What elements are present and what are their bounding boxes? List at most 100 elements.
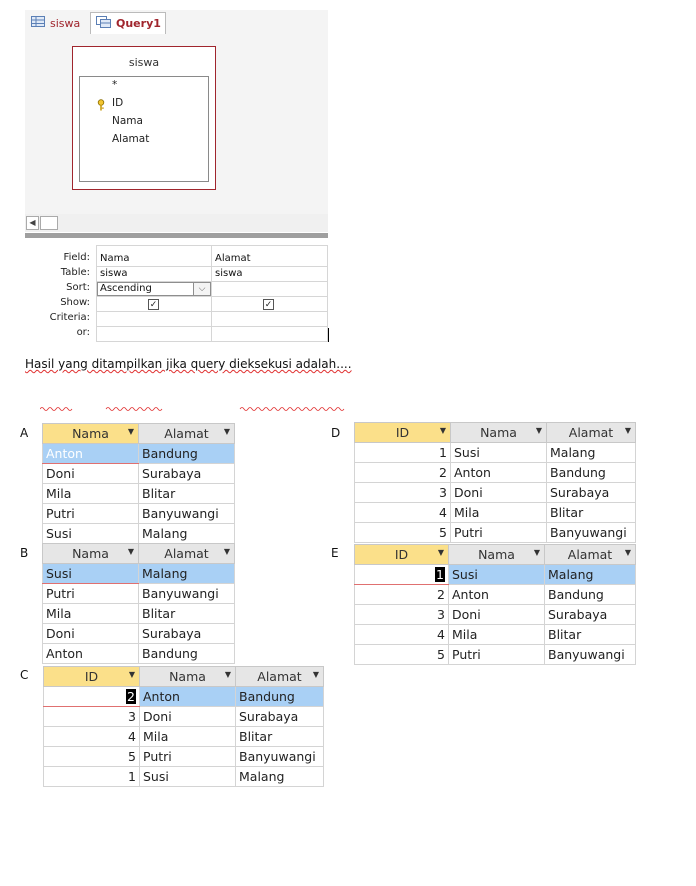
chevron-down-icon[interactable]: ▼ <box>625 426 631 435</box>
chevron-down-icon[interactable]: ▼ <box>438 548 444 557</box>
cell[interactable]: Surabaya <box>546 482 636 503</box>
cell[interactable]: Putri <box>42 503 139 524</box>
cell[interactable]: Malang <box>138 523 235 544</box>
column-header-alamat[interactable]: Alamat ▼ <box>138 423 235 444</box>
table-row[interactable]: 1 Susi Malang <box>354 442 636 463</box>
cell[interactable]: Banyuwangi <box>235 746 324 767</box>
table-row[interactable]: Susi Malang <box>42 563 235 584</box>
cell[interactable]: Blitar <box>546 502 636 523</box>
cell[interactable]: 3 <box>354 604 449 625</box>
table-row[interactable]: Susi Malang <box>42 523 235 544</box>
horizontal-scrollbar[interactable] <box>25 214 328 232</box>
cell[interactable]: Putri <box>450 522 547 543</box>
chevron-down-icon[interactable]: ⌵ <box>193 282 211 296</box>
cell[interactable]: Doni <box>448 604 545 625</box>
table-row[interactable]: Doni Surabaya <box>42 463 235 484</box>
table-row[interactable]: Putri Banyuwangi <box>42 583 235 604</box>
column-header-nama[interactable]: Nama ▼ <box>42 543 139 564</box>
table-row[interactable]: 5 Putri Banyuwangi <box>43 746 324 767</box>
column-header-id[interactable]: ID ▼ <box>43 666 140 687</box>
cell[interactable]: 2 <box>43 686 140 707</box>
chevron-down-icon[interactable]: ▼ <box>128 427 134 436</box>
show-checkbox-2[interactable]: ✓ <box>263 299 274 310</box>
cell[interactable]: Putri <box>448 644 545 665</box>
cell[interactable]: 5 <box>354 522 451 543</box>
cell[interactable]: Blitar <box>235 726 324 747</box>
cell[interactable]: 4 <box>354 624 449 645</box>
cell[interactable]: Blitar <box>138 483 235 504</box>
column-header-id[interactable]: ID ▼ <box>354 544 449 565</box>
chevron-down-icon[interactable]: ▼ <box>313 670 319 679</box>
cell[interactable]: Malang <box>544 564 636 585</box>
table-row[interactable]: Anton Bandung <box>42 643 235 664</box>
cell[interactable]: Anton <box>448 584 545 605</box>
cell[interactable]: 1 <box>43 766 140 787</box>
cell[interactable]: Banyuwangi <box>138 583 235 604</box>
table-row[interactable]: Mila Blitar <box>42 483 235 504</box>
cell[interactable]: Anton <box>139 686 236 707</box>
table-row[interactable]: 3 Doni Surabaya <box>354 604 636 625</box>
cell[interactable]: Doni <box>450 482 547 503</box>
table-row[interactable]: 4 Mila Blitar <box>354 502 636 523</box>
cell[interactable]: 3 <box>43 706 140 727</box>
chevron-down-icon[interactable]: ▼ <box>128 547 134 556</box>
table-row[interactable]: 5 Putri Banyuwangi <box>354 522 636 543</box>
column-header-nama[interactable]: Nama ▼ <box>448 544 545 565</box>
cell[interactable]: Doni <box>42 623 139 644</box>
cell[interactable]: Doni <box>139 706 236 727</box>
cell[interactable]: Mila <box>448 624 545 645</box>
cell[interactable]: 5 <box>354 644 449 665</box>
column-header-id[interactable]: ID ▼ <box>354 422 451 443</box>
chevron-down-icon[interactable]: ▼ <box>225 670 231 679</box>
field-alamat[interactable]: Alamat <box>112 133 149 145</box>
grid-table-cell-1[interactable]: siswa <box>100 268 128 279</box>
cell[interactable]: Surabaya <box>235 706 324 727</box>
table-row[interactable]: 1 Susi Malang <box>43 766 324 787</box>
chevron-down-icon[interactable]: ▼ <box>534 548 540 557</box>
cell[interactable]: 1 <box>354 442 451 463</box>
scroll-left-icon[interactable]: ◀ <box>26 216 39 230</box>
table-row[interactable]: Doni Surabaya <box>42 623 235 644</box>
scroll-thumb[interactable] <box>40 216 58 230</box>
cell[interactable]: Surabaya <box>544 604 636 625</box>
cell[interactable]: Malang <box>546 442 636 463</box>
table-row[interactable]: 4 Mila Blitar <box>43 726 324 747</box>
cell[interactable]: Mila <box>42 603 139 624</box>
cell[interactable]: Bandung <box>544 584 636 605</box>
cell[interactable]: 3 <box>354 482 451 503</box>
cell[interactable]: Mila <box>450 502 547 523</box>
cell[interactable]: Malang <box>138 563 235 584</box>
table-row[interactable]: 1 Susi Malang <box>354 564 636 585</box>
cell[interactable]: Banyuwangi <box>544 644 636 665</box>
grid-field-cell-1[interactable]: Nama <box>100 253 129 264</box>
column-header-nama[interactable]: Nama ▼ <box>139 666 236 687</box>
pane-splitter[interactable] <box>25 233 328 238</box>
column-header-alamat[interactable]: Alamat ▼ <box>546 422 636 443</box>
cell[interactable]: 2 <box>354 462 451 483</box>
chevron-down-icon[interactable]: ▼ <box>536 426 542 435</box>
field-id[interactable]: ID <box>112 97 123 109</box>
tab-query1[interactable]: Query1 <box>90 12 166 34</box>
cell[interactable]: 5 <box>43 746 140 767</box>
cell[interactable]: Surabaya <box>138 623 235 644</box>
cell[interactable]: Putri <box>139 746 236 767</box>
cell[interactable]: Malang <box>235 766 324 787</box>
cell[interactable]: Mila <box>139 726 236 747</box>
field-all[interactable]: * <box>112 79 117 91</box>
table-row[interactable]: 5 Putri Banyuwangi <box>354 644 636 665</box>
tab-siswa[interactable]: siswa <box>26 12 88 34</box>
cell[interactable]: Bandung <box>235 686 324 707</box>
column-header-alamat[interactable]: Alamat ▼ <box>235 666 324 687</box>
grid-field-cell-2[interactable]: Alamat <box>215 253 251 264</box>
cell[interactable]: Susi <box>448 564 545 585</box>
cell[interactable]: Banyuwangi <box>546 522 636 543</box>
cell[interactable]: Blitar <box>544 624 636 645</box>
cell[interactable]: Blitar <box>138 603 235 624</box>
cell[interactable]: Susi <box>42 523 139 544</box>
cell[interactable]: Anton <box>450 462 547 483</box>
cell[interactable]: Mila <box>42 483 139 504</box>
table-row[interactable]: 3 Doni Surabaya <box>43 706 324 727</box>
cell[interactable]: Susi <box>450 442 547 463</box>
table-row[interactable]: Anton Bandung <box>42 443 235 464</box>
cell[interactable]: 2 <box>354 584 449 605</box>
